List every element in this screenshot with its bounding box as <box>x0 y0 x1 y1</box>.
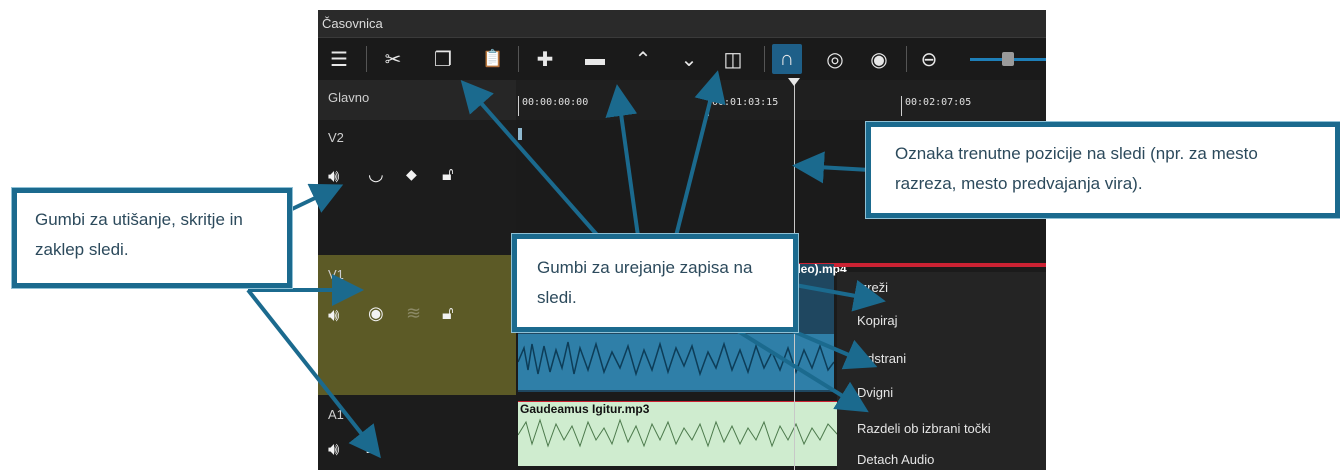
callout-playhead: Oznaka trenutne pozicije na sledi (npr. … <box>866 122 1340 218</box>
callout-edit-buttons: Gumbi za urejanje zapisa na sledi. <box>512 234 798 332</box>
callout-track-buttons: Gumbi za utišanje, skritje in zaklep sle… <box>12 188 292 288</box>
